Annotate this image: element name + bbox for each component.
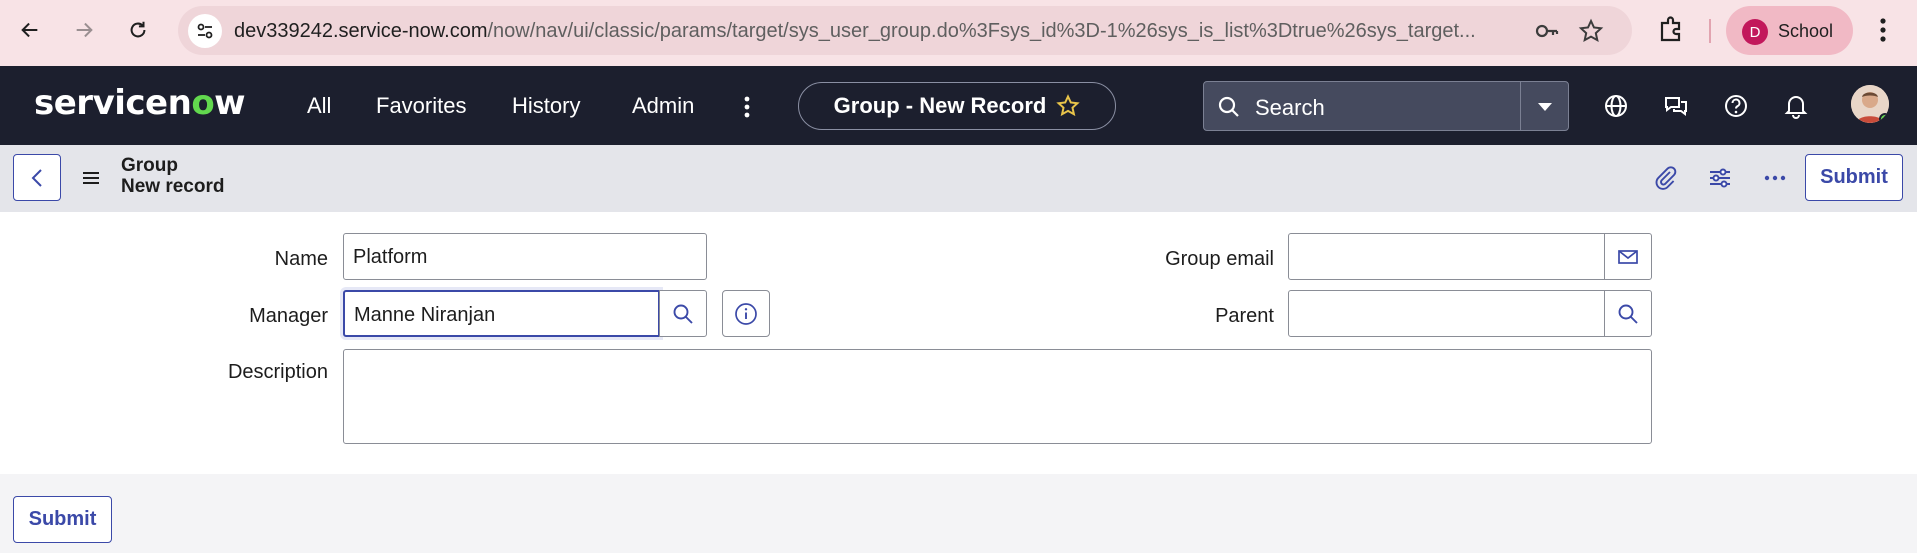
logo-text-start: servicen bbox=[34, 83, 192, 123]
manager-label: Manager bbox=[249, 305, 328, 327]
search-icon bbox=[673, 304, 693, 324]
info-icon bbox=[735, 302, 757, 325]
profile-button[interactable]: D School bbox=[1726, 6, 1853, 55]
form-context-menu-icon[interactable] bbox=[82, 170, 100, 186]
menu-history[interactable]: History bbox=[512, 93, 580, 119]
menu-favorites[interactable]: Favorites bbox=[376, 93, 466, 119]
search-scope-dropdown-icon[interactable] bbox=[1535, 100, 1555, 114]
submit-button-bottom[interactable]: Submit bbox=[13, 496, 112, 543]
record-title: Group - New Record bbox=[833, 93, 1047, 118]
url-host: dev339242.service-now.com bbox=[234, 20, 488, 42]
globe-icon[interactable] bbox=[1602, 92, 1630, 120]
servicenow-logo[interactable]: servicenow bbox=[34, 83, 246, 123]
menu-admin[interactable]: Admin bbox=[632, 93, 694, 119]
bookmark-star-icon[interactable] bbox=[1578, 18, 1604, 44]
logo-text-o: o bbox=[191, 83, 215, 123]
url-path: /now/nav/ui/classic/params/target/sys_us… bbox=[487, 20, 1476, 42]
parent-field[interactable] bbox=[1288, 290, 1606, 337]
name-field[interactable]: Platform bbox=[343, 233, 707, 280]
group-email-field[interactable] bbox=[1288, 233, 1606, 280]
notifications-bell-icon[interactable] bbox=[1782, 92, 1810, 120]
manager-field[interactable]: Manne Niranjan bbox=[343, 290, 660, 337]
global-search[interactable]: Search bbox=[1203, 81, 1569, 131]
more-actions-icon[interactable] bbox=[1762, 165, 1788, 191]
url-text: dev339242.service-now.com/now/nav/ui/cla… bbox=[234, 20, 1476, 43]
user-avatar[interactable] bbox=[1851, 85, 1889, 123]
send-email-button[interactable] bbox=[1604, 233, 1652, 280]
menu-all[interactable]: All bbox=[307, 93, 331, 119]
manager-info-button[interactable] bbox=[722, 290, 770, 337]
personalize-form-sliders-icon[interactable] bbox=[1707, 165, 1733, 191]
more-menu-icon[interactable] bbox=[742, 94, 752, 120]
password-key-icon[interactable] bbox=[1534, 18, 1560, 44]
back-button[interactable] bbox=[13, 154, 61, 201]
attachment-paperclip-icon[interactable] bbox=[1652, 165, 1678, 191]
chat-icon[interactable] bbox=[1662, 92, 1690, 120]
favorite-star-icon[interactable] bbox=[1056, 94, 1081, 118]
group-email-label: Group email bbox=[1165, 248, 1274, 270]
servicenow-header: servicenow All Favorites History Admin G… bbox=[0, 66, 1917, 145]
search-placeholder: Search bbox=[1255, 95, 1325, 120]
profile-name: School bbox=[1778, 21, 1834, 41]
name-label: Name bbox=[274, 248, 328, 270]
record-title-pill[interactable]: Group - New Record bbox=[798, 82, 1116, 130]
manager-lookup-button[interactable] bbox=[659, 290, 707, 337]
search-divider bbox=[1520, 82, 1521, 130]
site-info-icon[interactable] bbox=[188, 14, 222, 48]
address-bar[interactable]: dev339242.service-now.com/now/nav/ui/cla… bbox=[178, 6, 1632, 55]
profile-avatar: D bbox=[1742, 19, 1768, 45]
description-field[interactable] bbox=[343, 349, 1652, 444]
reload-icon[interactable] bbox=[120, 12, 156, 48]
form-table-name: Group bbox=[121, 155, 178, 176]
submit-button-top[interactable]: Submit bbox=[1805, 154, 1903, 201]
back-arrow-icon[interactable] bbox=[12, 12, 48, 48]
envelope-icon bbox=[1618, 249, 1638, 264]
toolbar-divider bbox=[1709, 19, 1711, 43]
extensions-puzzle-icon[interactable] bbox=[1656, 14, 1686, 44]
description-label: Description bbox=[227, 361, 328, 383]
form-header: Group New record Submit bbox=[0, 145, 1917, 212]
forward-arrow-icon[interactable] bbox=[66, 12, 102, 48]
parent-lookup-button[interactable] bbox=[1604, 290, 1652, 337]
online-status-dot bbox=[1879, 113, 1889, 123]
form-title: Group New record bbox=[121, 155, 224, 197]
search-icon bbox=[1218, 96, 1239, 117]
form-subtitle: New record bbox=[121, 176, 225, 197]
parent-label: Parent bbox=[1215, 305, 1274, 327]
chrome-menu-icon[interactable] bbox=[1878, 16, 1888, 44]
search-icon bbox=[1618, 304, 1638, 324]
chevron-left-icon bbox=[31, 168, 42, 187]
logo-text-end: w bbox=[214, 83, 246, 123]
form-body: Name Platform Manager Manne Niranjan Des… bbox=[0, 212, 1917, 474]
browser-toolbar: dev339242.service-now.com/now/nav/ui/cla… bbox=[0, 0, 1917, 66]
help-icon[interactable] bbox=[1722, 92, 1750, 120]
